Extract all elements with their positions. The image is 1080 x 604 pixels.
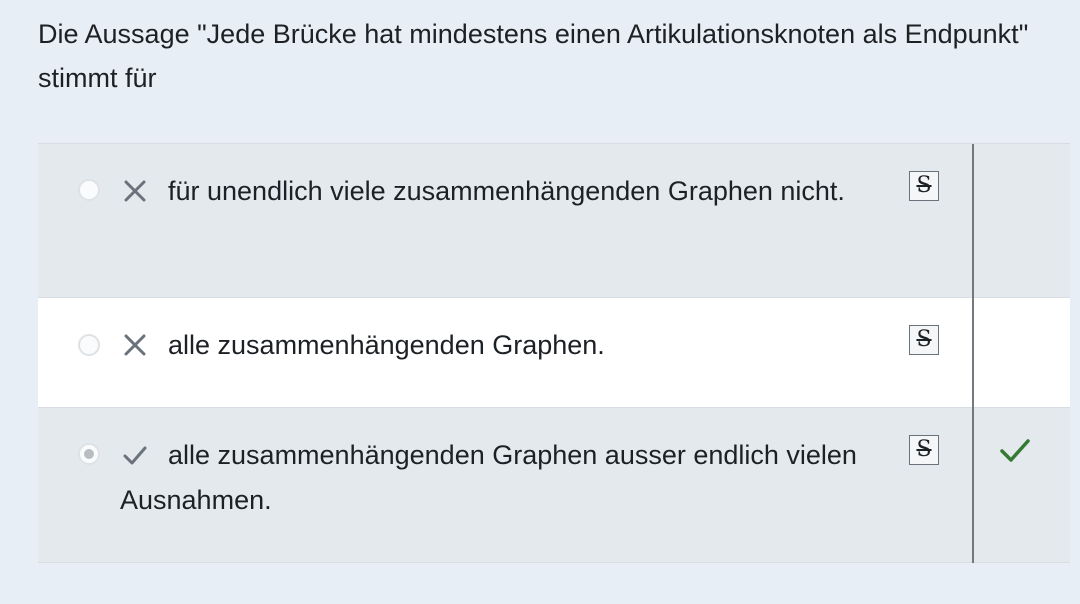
strikethrough-button-1[interactable]: S xyxy=(909,171,939,201)
answer-text-2: alle zusammenhängenden Graphen. xyxy=(168,330,605,360)
answer-radio-2[interactable] xyxy=(78,334,100,356)
strikethrough-icon: S xyxy=(916,437,932,462)
answer-radio-3[interactable] xyxy=(78,443,100,465)
answer-option-3[interactable]: alle zusammenhängenden Graphen ausser en… xyxy=(38,408,1070,563)
answer-option-1[interactable]: für unendlich viele zusammenhängenden Gr… xyxy=(38,144,1070,298)
answer-text-1: für unendlich viele zusammenhängenden Gr… xyxy=(168,176,845,206)
answer-text-3: alle zusammenhängenden Graphen ausser en… xyxy=(120,440,857,515)
answer-option-2[interactable]: alle zusammenhängenden Graphen. S xyxy=(38,298,1070,408)
answer-radio-1[interactable] xyxy=(78,179,100,201)
strikethrough-button-2[interactable]: S xyxy=(909,325,939,355)
correct-check-icon xyxy=(1000,439,1030,462)
feedback-column-divider xyxy=(972,144,974,563)
answer-list: für unendlich viele zusammenhängenden Gr… xyxy=(38,143,1070,563)
strikethrough-button-3[interactable]: S xyxy=(909,435,939,465)
question-text: Die Aussage "Jede Brücke hat mindestens … xyxy=(38,19,1029,93)
strikethrough-icon: S xyxy=(916,173,932,198)
strikethrough-icon: S xyxy=(916,327,932,352)
